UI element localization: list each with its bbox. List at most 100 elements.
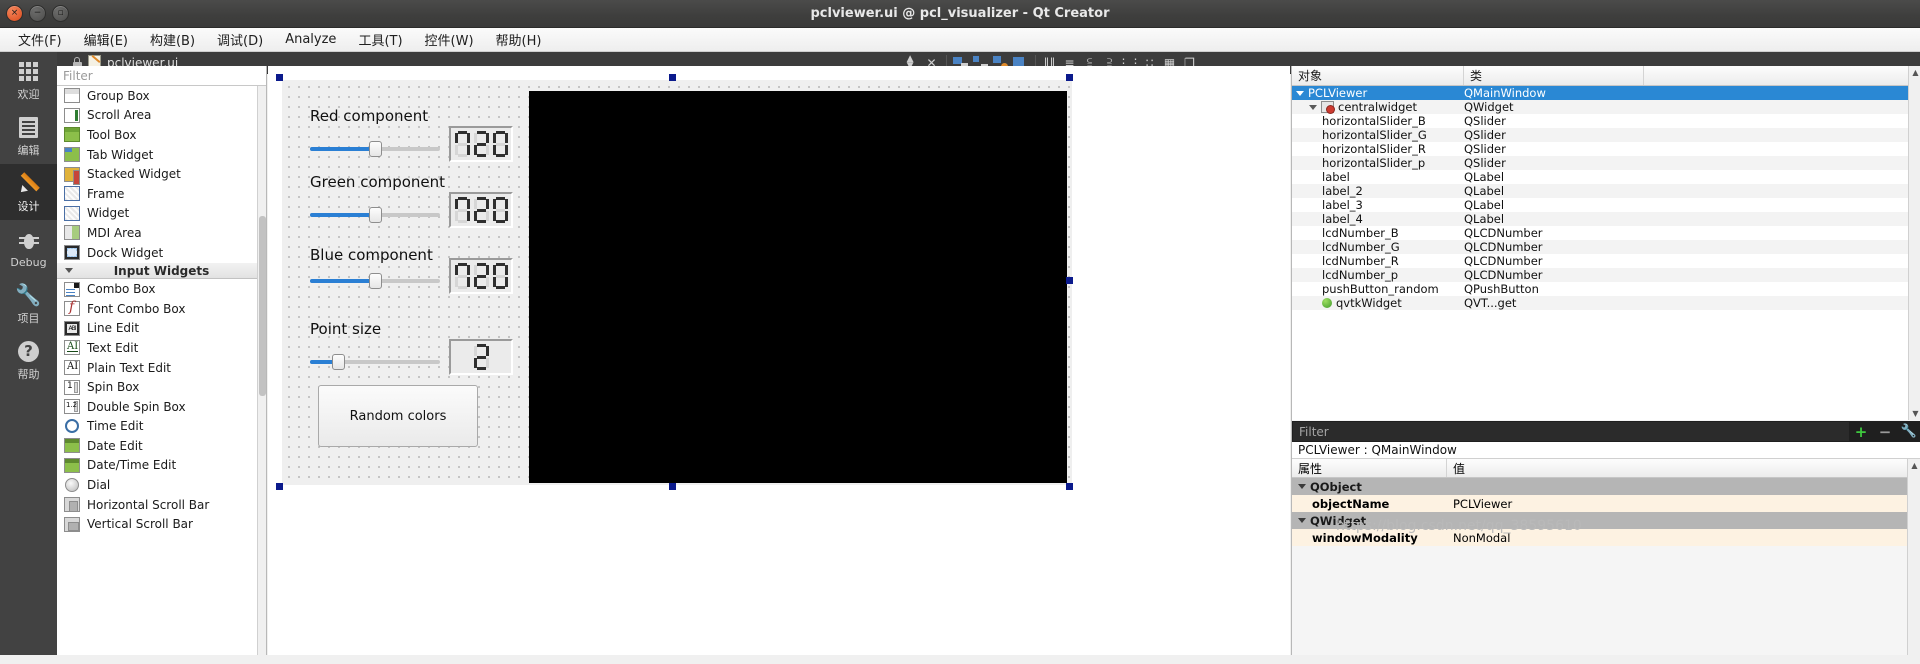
resize-handle-tc[interactable] [669, 74, 676, 81]
qvtk-render-widget[interactable] [529, 91, 1067, 483]
menu-file[interactable]: 文件(F) [7, 28, 73, 51]
slider-handle[interactable] [369, 141, 382, 157]
object-inspector-row[interactable]: PCLViewer QMainWindow [1292, 86, 1920, 100]
widget-box-item[interactable]: Vertical Scroll Bar [57, 514, 266, 534]
object-inspector-row[interactable]: lcdNumber_p QLCDNumber [1292, 268, 1920, 282]
lcd-green[interactable] [449, 192, 513, 228]
widget-box-item[interactable]: Combo Box [57, 279, 266, 299]
menu-debug[interactable]: 调试(D) [206, 28, 274, 51]
property-row[interactable]: QWidget [1292, 512, 1920, 529]
property-row[interactable]: windowModality NonModal [1292, 529, 1920, 546]
lcd-red[interactable] [449, 126, 513, 162]
random-colors-button[interactable]: Random colors [318, 385, 478, 447]
widget-box-item[interactable]: Line Edit [57, 319, 266, 339]
slider-point-size[interactable] [310, 353, 440, 371]
widget-box-item[interactable]: Horizontal Scroll Bar [57, 495, 266, 515]
object-inspector-row[interactable]: label QLabel [1292, 170, 1920, 184]
menu-edit[interactable]: 编辑(E) [73, 28, 139, 51]
object-inspector-row[interactable]: qvtkWidget QVT...get [1292, 296, 1920, 310]
mode-projects[interactable]: 🔧 项目 [0, 276, 57, 332]
menu-build[interactable]: 构建(B) [139, 28, 206, 51]
widget-box-item[interactable]: Text Edit [57, 338, 266, 358]
mode-welcome[interactable]: 欢迎 [0, 52, 57, 108]
widget-box-item[interactable]: Double Spin Box [57, 397, 266, 417]
resize-handle-tl[interactable] [276, 74, 283, 81]
resize-handle-bc[interactable] [669, 483, 676, 490]
object-inspector-row[interactable]: horizontalSlider_R QSlider [1292, 142, 1920, 156]
scroll-up-icon[interactable]: ▲ [1909, 460, 1920, 471]
slider-handle[interactable] [332, 354, 345, 370]
object-inspector-row[interactable]: horizontalSlider_p QSlider [1292, 156, 1920, 170]
category-collapse-icon[interactable] [65, 268, 73, 274]
widget-box-item[interactable]: Dock Widget [57, 243, 266, 263]
slider-red[interactable] [310, 140, 440, 158]
property-filter-input[interactable]: Filter [1293, 422, 1849, 441]
resize-handle-tr[interactable] [1066, 74, 1073, 81]
object-inspector-row[interactable]: label_3 QLabel [1292, 198, 1920, 212]
tree-expander-icon[interactable] [1309, 104, 1317, 110]
widget-box-list[interactable]: Group Box Scroll Area Tool Box Tab Widget St… [57, 86, 266, 664]
widget-box-item[interactable]: Spin Box [57, 377, 266, 397]
widget-box-item[interactable]: Frame [57, 184, 266, 204]
mode-help[interactable]: ? 帮助 [0, 332, 57, 388]
tree-expander-icon[interactable] [1296, 90, 1304, 96]
menu-analyze[interactable]: Analyze [274, 30, 347, 49]
widget-box-item[interactable]: Group Box [57, 86, 266, 106]
widget-box-scrollbar[interactable] [257, 86, 266, 664]
widget-box-filter[interactable]: Filter [57, 66, 266, 86]
property-group-expander-icon[interactable] [1298, 518, 1306, 523]
object-inspector-rows[interactable]: PCLViewer QMainWindow centralwidget QWidget… [1292, 86, 1920, 310]
widget-box-item[interactable]: Widget [57, 204, 266, 224]
widget-box-item[interactable]: Font Combo Box [57, 299, 266, 319]
slider-handle[interactable] [369, 273, 382, 289]
widget-box-item[interactable]: Dial [57, 475, 266, 495]
property-row[interactable]: objectName PCLViewer [1292, 495, 1920, 512]
add-property-button[interactable]: + [1849, 421, 1873, 442]
scroll-up-icon[interactable]: ▲ [1910, 67, 1920, 78]
lcd-point-size[interactable] [449, 339, 513, 375]
property-value[interactable]: PCLViewer [1447, 497, 1920, 511]
resize-handle-mr[interactable] [1066, 277, 1073, 284]
widget-box-category[interactable]: Input Widgets [57, 262, 266, 280]
widget-box-item[interactable]: Plain Text Edit [57, 358, 266, 378]
slider-green[interactable] [310, 206, 440, 224]
widget-box-item[interactable]: Time Edit [57, 417, 266, 437]
widget-box-item[interactable]: Stacked Widget [57, 164, 266, 185]
widget-box-item[interactable]: Tab Widget [57, 145, 266, 165]
property-settings-button[interactable]: 🔧 [1897, 421, 1920, 442]
label-green-component[interactable]: Green component [310, 173, 445, 191]
resize-handle-br[interactable] [1066, 483, 1073, 490]
object-inspector-row[interactable]: label_4 QLabel [1292, 212, 1920, 226]
menu-help[interactable]: 帮助(H) [485, 28, 553, 51]
object-inspector-row[interactable]: horizontalSlider_B QSlider [1292, 114, 1920, 128]
object-inspector-row[interactable]: lcdNumber_B QLCDNumber [1292, 226, 1920, 240]
object-inspector-row[interactable]: label_2 QLabel [1292, 184, 1920, 198]
resize-handle-bl[interactable] [276, 483, 283, 490]
form-canvas[interactable]: Red component Green component Blue compo… [276, 74, 1279, 494]
menu-tools[interactable]: 工具(T) [347, 28, 413, 51]
object-inspector-row[interactable]: horizontalSlider_G QSlider [1292, 128, 1920, 142]
menu-widgets[interactable]: 控件(W) [414, 28, 485, 51]
label-red-component[interactable]: Red component [310, 107, 428, 125]
widget-box-item[interactable]: Tool Box [57, 125, 266, 145]
widget-box-item[interactable]: Date Edit [57, 436, 266, 456]
widget-box-scroll-thumb[interactable] [259, 216, 266, 396]
label-point-size[interactable]: Point size [310, 320, 381, 338]
slider-blue[interactable] [310, 272, 440, 290]
property-group-expander-icon[interactable] [1298, 484, 1306, 489]
scroll-down-icon[interactable]: ▼ [1910, 408, 1920, 419]
property-editor-scrollbar[interactable]: ▲ [1907, 459, 1920, 664]
object-inspector-row[interactable]: centralwidget QWidget [1292, 100, 1920, 114]
form-main-window[interactable]: Red component Green component Blue compo… [282, 80, 1072, 485]
property-row[interactable]: QObject [1292, 478, 1920, 495]
mode-debug[interactable]: Debug [0, 220, 57, 276]
form-editor-area[interactable]: Red component Green component Blue compo… [268, 66, 1290, 664]
mode-edit[interactable]: 编辑 [0, 108, 57, 164]
object-inspector-row[interactable]: pushButton_random QPushButton [1292, 282, 1920, 296]
remove-property-button[interactable]: − [1873, 421, 1897, 442]
widget-box-item[interactable]: MDI Area [57, 223, 266, 243]
label-blue-component[interactable]: Blue component [310, 246, 433, 264]
property-value[interactable]: NonModal [1447, 531, 1920, 545]
lcd-blue[interactable] [449, 258, 513, 294]
object-inspector-scrollbar[interactable]: ▲ ▼ [1908, 66, 1920, 420]
